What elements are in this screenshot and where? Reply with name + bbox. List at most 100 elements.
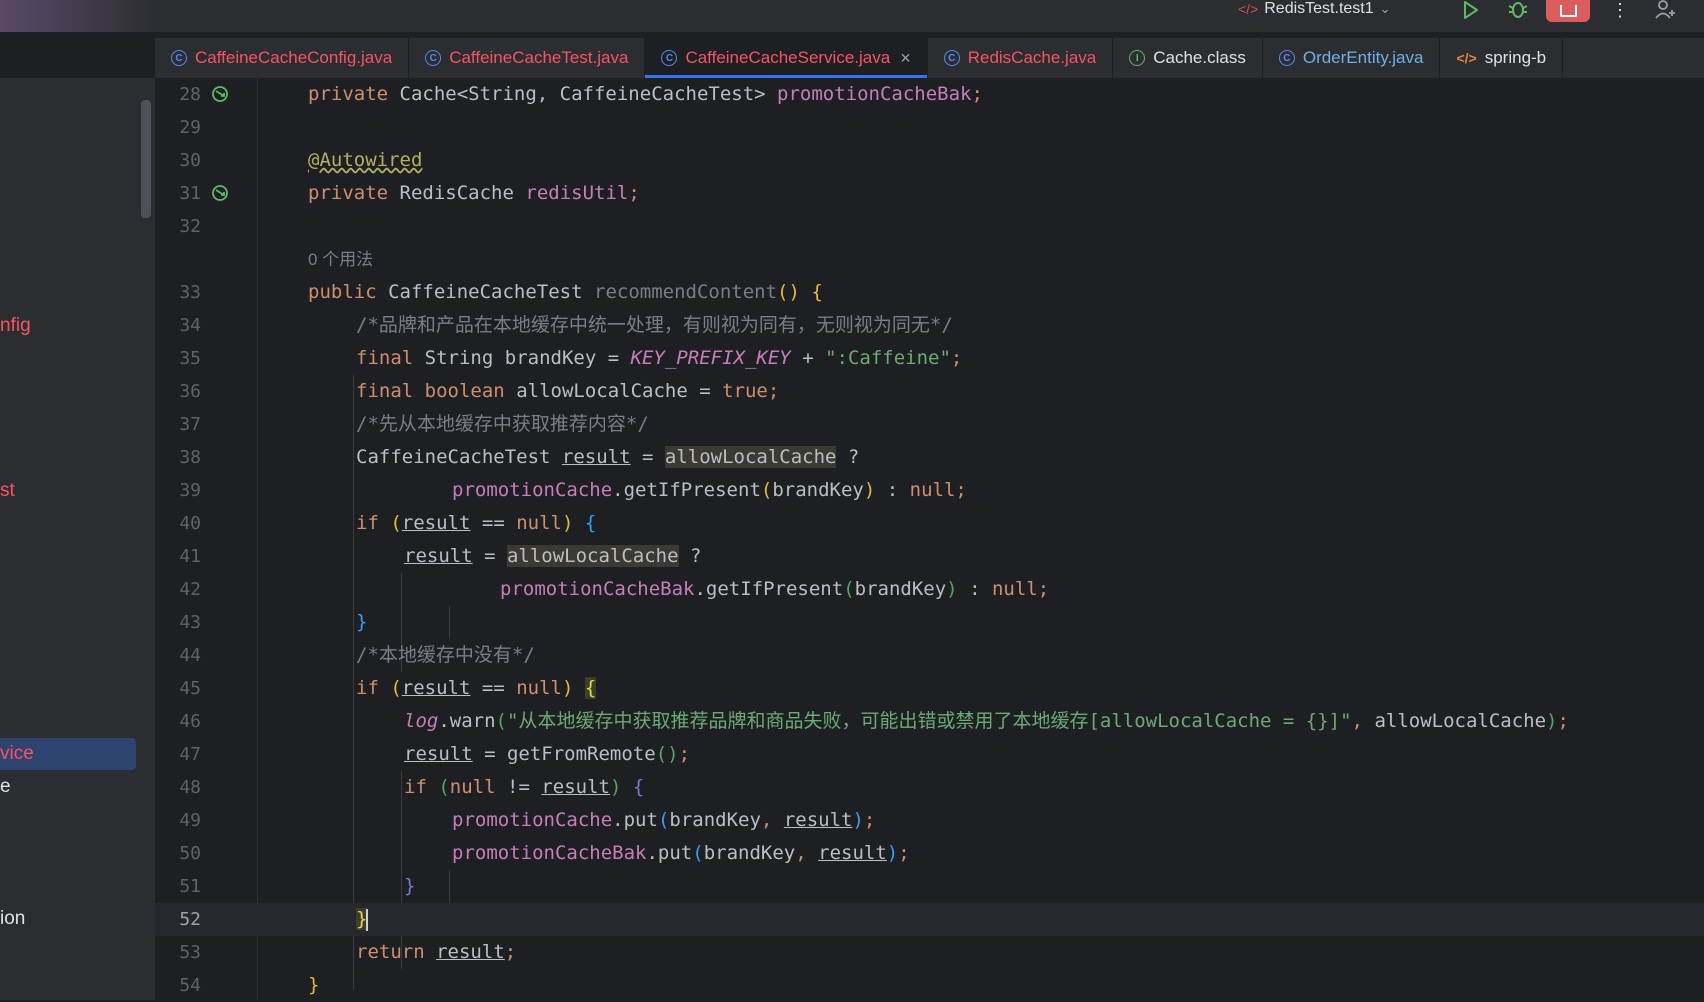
code-line-50: 50 promotionCacheBak.put(brandKey, resul… bbox=[155, 837, 1704, 870]
tab-rediscache[interactable]: C RedisCache.java bbox=[928, 38, 1114, 78]
project-tree-item-selected[interactable]: vice bbox=[0, 739, 34, 769]
tab-spring-config[interactable]: </> spring-b bbox=[1440, 38, 1564, 78]
run-configuration-selector[interactable]: </> RedisTest.test1 ⌄ bbox=[1238, 0, 1391, 18]
code-text: return result; bbox=[356, 941, 517, 963]
project-tool-window: nfig st vice e ion bbox=[0, 78, 155, 1000]
tab-label: spring-b bbox=[1484, 48, 1547, 67]
code-editor[interactable]: 28 private Cache<String, CaffeineCacheTe… bbox=[155, 78, 1704, 1000]
line-number: 50 bbox=[179, 843, 201, 864]
line-number: 33 bbox=[179, 282, 201, 303]
chevron-down-icon: ⌄ bbox=[1379, 1, 1391, 16]
usage-hint[interactable]: 0 个用法 bbox=[308, 243, 373, 276]
tab-cache-class[interactable]: I Cache.class bbox=[1113, 38, 1263, 78]
code-text: if (null != result) { bbox=[404, 776, 645, 798]
class-icon: C bbox=[943, 50, 960, 66]
line-number: 31 bbox=[179, 183, 201, 204]
code-line-31: 31 private RedisCache redisUtil; bbox=[155, 177, 1704, 210]
code-line-30: 30 @Autowired bbox=[155, 144, 1704, 177]
tab-label: CaffeineCacheConfig.java bbox=[195, 48, 393, 67]
run-button[interactable] bbox=[1456, 0, 1484, 20]
project-tree-item[interactable]: st bbox=[0, 476, 15, 506]
code-line-46: 46 log.warn("从本地缓存中获取推荐品牌和商品失败，可能出错或禁用了本… bbox=[155, 705, 1704, 738]
code-text: log.warn("从本地缓存中获取推荐品牌和商品失败，可能出错或禁用了本地缓存… bbox=[404, 710, 1569, 732]
tab-label: RedisCache.java bbox=[967, 48, 1097, 67]
close-icon[interactable]: × bbox=[900, 48, 911, 69]
line-number: 39 bbox=[179, 480, 201, 501]
tab-orderentity[interactable]: C OrderEntity.java bbox=[1263, 38, 1441, 78]
line-number: 34 bbox=[179, 315, 201, 336]
code-line-29: 29 bbox=[155, 111, 1704, 144]
code-text: @Autowired bbox=[308, 149, 423, 171]
code-line-36: 36 final boolean allowLocalCache = true; bbox=[155, 375, 1704, 408]
code-line-44: 44 /*本地缓存中没有*/ bbox=[155, 639, 1704, 672]
sidebar-scrollbar[interactable] bbox=[141, 100, 151, 218]
project-tree-item[interactable]: nfig bbox=[0, 311, 31, 341]
line-number: 42 bbox=[179, 579, 201, 600]
project-tree-item[interactable]: e bbox=[0, 772, 11, 802]
project-tree-item[interactable]: ion bbox=[0, 904, 25, 934]
code-text: result = allowLocalCache ? bbox=[404, 545, 702, 567]
title-toolbar: </> RedisTest.test1 ⌄ ⋮ bbox=[0, 0, 1704, 33]
code-line-47: 47 result = getFromRemote(); bbox=[155, 738, 1704, 771]
code-line-34: 34 /*品牌和产品在本地缓存中统一处理，有则视为同有，无则视为同无*/ bbox=[155, 309, 1704, 342]
tab-caffeinecacheservice[interactable]: C CaffeineCacheService.java × bbox=[645, 38, 928, 78]
tab-label: CaffeineCacheTest.java bbox=[449, 48, 629, 67]
play-icon bbox=[1464, 1, 1478, 19]
code-with-me-button[interactable] bbox=[1650, 0, 1680, 20]
code-text: private Cache<String, CaffeineCacheTest>… bbox=[308, 83, 983, 105]
debug-button[interactable] bbox=[1504, 0, 1532, 20]
tab-caffeinecacheconfig[interactable]: C CaffeineCacheConfig.java bbox=[155, 38, 410, 78]
code-line-49: 49 promotionCache.put(brandKey, result); bbox=[155, 804, 1704, 837]
code-line-43: 43 } bbox=[155, 606, 1704, 639]
code-text: public CaffeineCacheTest recommendConten… bbox=[308, 281, 823, 303]
code-line-53: 53 return result; bbox=[155, 936, 1704, 969]
line-number: 52 bbox=[179, 909, 201, 930]
interface-icon: I bbox=[1129, 50, 1146, 66]
code-text: } bbox=[308, 974, 320, 996]
code-text: promotionCache.put(brandKey, result); bbox=[452, 809, 876, 831]
line-number: 35 bbox=[179, 348, 201, 369]
more-actions-button[interactable]: ⋮ bbox=[1608, 0, 1632, 20]
code-text: } bbox=[356, 908, 369, 931]
code-text: } bbox=[356, 611, 368, 633]
bug-icon bbox=[1508, 2, 1528, 18]
tab-label: OrderEntity.java bbox=[1302, 48, 1424, 67]
code-line-35: 35 final String brandKey = KEY_PREFIX_KE… bbox=[155, 342, 1704, 375]
code-text: promotionCacheBak.getIfPresent(brandKey)… bbox=[500, 578, 1050, 600]
code-line-45: 45 if (result == null) { bbox=[155, 672, 1704, 705]
code-line-33: 33 public CaffeineCacheTest recommendCon… bbox=[155, 276, 1704, 309]
class-icon: C bbox=[171, 50, 187, 66]
code-text: if (result == null) { bbox=[356, 512, 597, 534]
line-number: 38 bbox=[179, 447, 201, 468]
add-user-icon bbox=[1655, 0, 1675, 19]
code-comment: /*本地缓存中没有*/ bbox=[356, 644, 535, 666]
line-number: 44 bbox=[179, 645, 201, 666]
more-vertical-icon: ⋮ bbox=[1611, 0, 1629, 20]
stop-icon bbox=[1559, 5, 1577, 17]
code-text: if (result == null) { bbox=[356, 677, 597, 699]
autowired-implementation-icon[interactable] bbox=[210, 183, 230, 203]
class-icon: C bbox=[1278, 50, 1295, 66]
tab-label: CaffeineCacheService.java bbox=[685, 48, 891, 67]
text-caret bbox=[366, 908, 369, 931]
line-number: 32 bbox=[179, 216, 201, 237]
code-text: result = getFromRemote(); bbox=[404, 743, 691, 765]
code-line-52-current: 52 } bbox=[155, 903, 1704, 936]
line-number: 47 bbox=[179, 744, 201, 765]
line-number: 49 bbox=[179, 810, 201, 831]
line-number: 28 bbox=[179, 84, 201, 105]
autowired-implementation-icon[interactable] bbox=[210, 84, 230, 104]
code-line-41: 41 result = allowLocalCache ? bbox=[155, 540, 1704, 573]
tab-label: Cache.class bbox=[1153, 48, 1246, 67]
line-number: 45 bbox=[179, 678, 201, 699]
code-line-40: 40 if (result == null) { bbox=[155, 507, 1704, 540]
code-line-32: 32 bbox=[155, 210, 1704, 243]
code-line-54: 54 } bbox=[155, 969, 1704, 1002]
stop-button[interactable] bbox=[1546, 0, 1590, 22]
class-icon: C bbox=[425, 50, 442, 66]
line-number: 46 bbox=[179, 711, 201, 732]
run-config-icon: </> bbox=[1238, 1, 1259, 17]
code-line-37: 37 /*先从本地缓存中获取推荐内容*/ bbox=[155, 408, 1704, 441]
line-number: 43 bbox=[179, 612, 201, 633]
tab-caffeinecachetest[interactable]: C CaffeineCacheTest.java bbox=[409, 38, 646, 78]
